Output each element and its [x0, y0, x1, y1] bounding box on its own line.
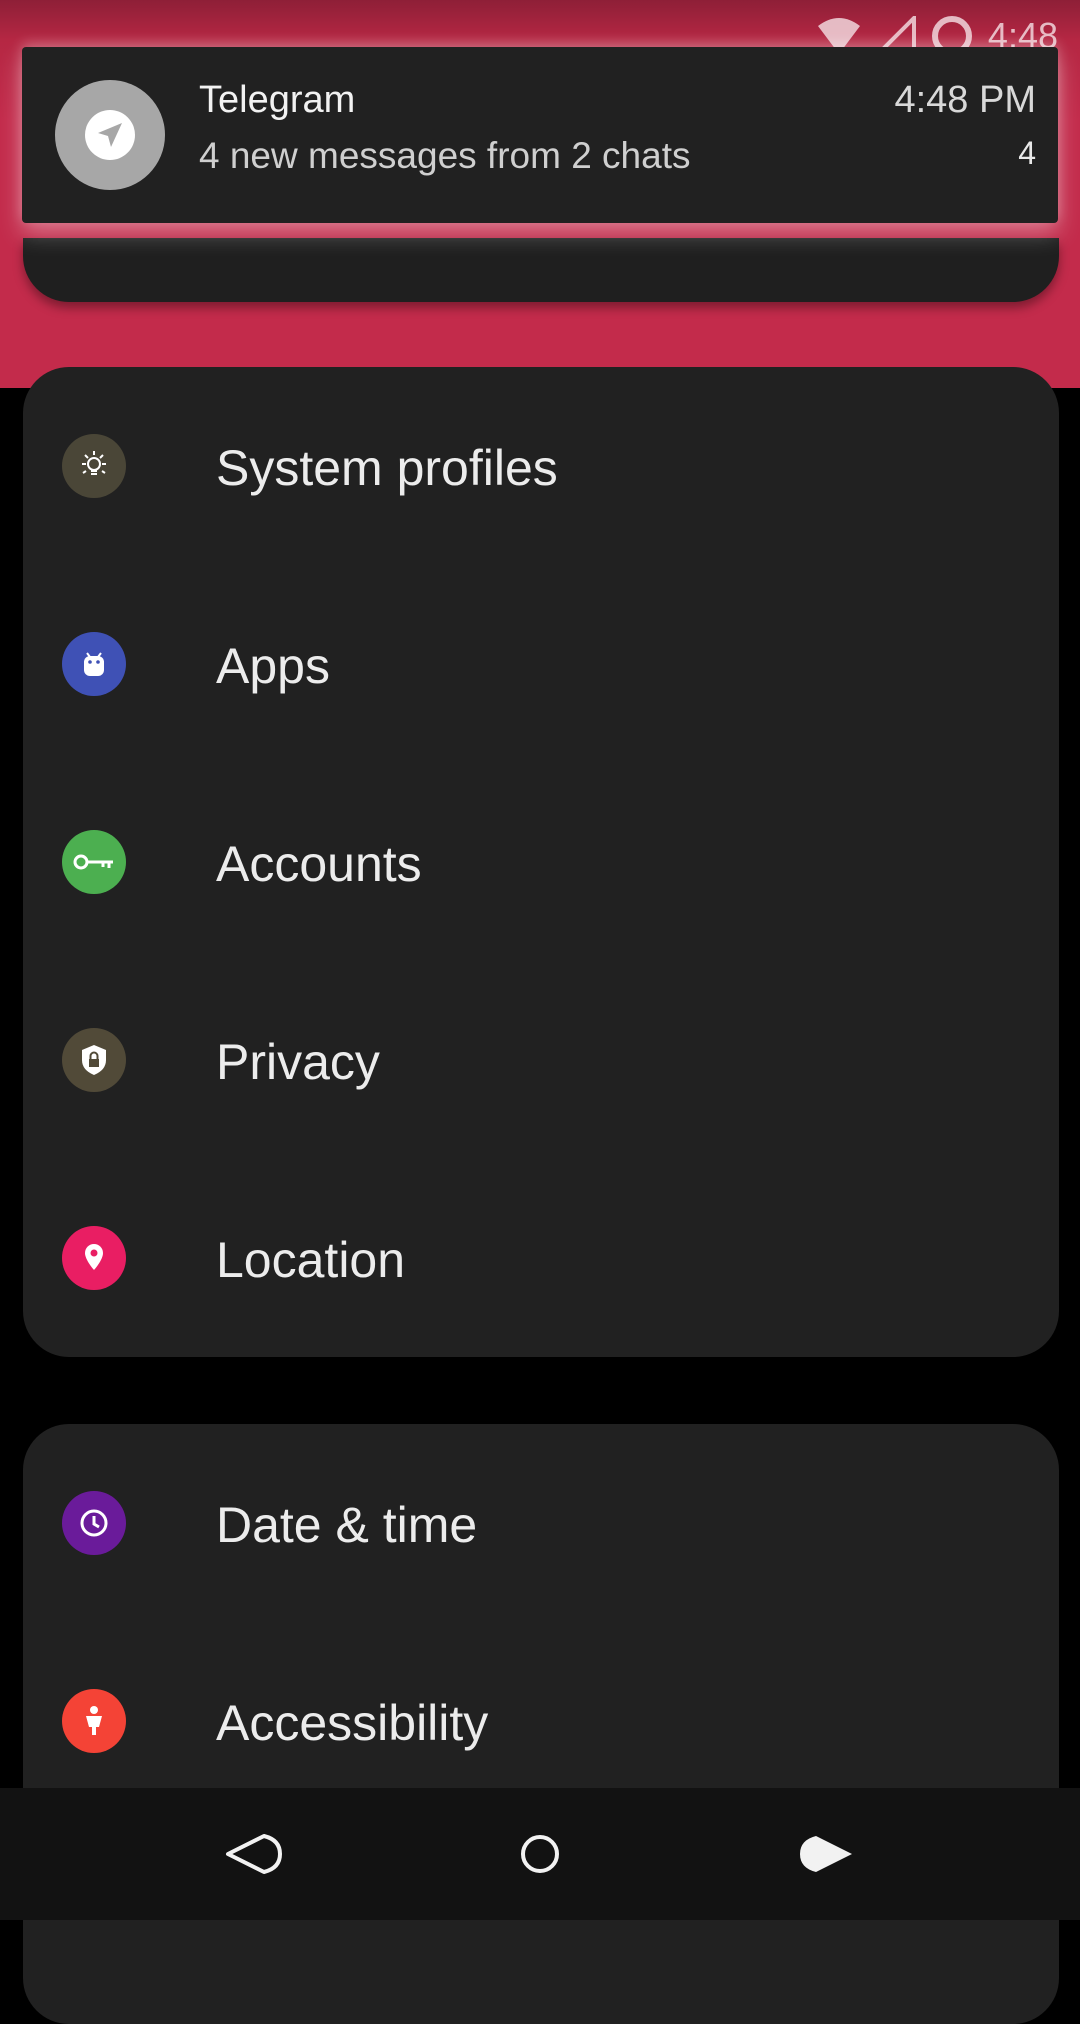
settings-item-label: Privacy [216, 1034, 380, 1090]
back-button[interactable] [222, 1822, 286, 1886]
notification-text: 4 new messages from 2 chats [199, 135, 691, 176]
notification-telegram[interactable]: Telegram 4 new messages from 2 chats 4:4… [22, 47, 1058, 223]
navigation-bar [0, 1788, 1080, 1920]
settings-item-label: Apps [216, 638, 330, 694]
android-icon [62, 632, 126, 696]
settings-item-accounts[interactable]: Accounts [23, 763, 1059, 961]
clock-icon [62, 1491, 126, 1555]
notification-time: 4:48 PM [894, 79, 1036, 121]
settings-item-label: Date & time [216, 1497, 478, 1553]
settings-item-apps[interactable]: Apps [23, 565, 1059, 763]
settings-card-2: Date & time Accessibility [23, 1424, 1059, 2024]
settings-item-label: Accessibility [216, 1695, 489, 1751]
settings-item-label: System profiles [216, 440, 558, 496]
telegram-send-icon [98, 123, 122, 147]
recents-button[interactable] [794, 1822, 858, 1886]
key-icon [62, 830, 126, 894]
settings-item-label: Accounts [216, 836, 422, 892]
home-icon [521, 1835, 559, 1873]
notification-title: Telegram [199, 79, 356, 121]
back-icon [226, 1834, 282, 1874]
settings-item-location[interactable]: Location [23, 1159, 1059, 1357]
settings-card-1: System profiles Apps Accounts Privacy Lo… [23, 367, 1059, 1357]
shield-lock-icon [62, 1028, 126, 1092]
recents-icon [800, 1836, 852, 1872]
home-button[interactable] [508, 1822, 572, 1886]
notification-count: 4 [1018, 135, 1036, 171]
lightbulb-icon [62, 434, 126, 498]
telegram-app-icon [55, 80, 165, 190]
quick-settings-card [23, 238, 1059, 302]
settings-item-system-profiles[interactable]: System profiles [23, 367, 1059, 565]
settings-item-date-time[interactable]: Date & time [23, 1424, 1059, 1622]
settings-item-privacy[interactable]: Privacy [23, 961, 1059, 1159]
location-pin-icon [62, 1226, 126, 1290]
accessibility-icon [62, 1689, 126, 1753]
settings-item-label: Location [216, 1232, 406, 1288]
